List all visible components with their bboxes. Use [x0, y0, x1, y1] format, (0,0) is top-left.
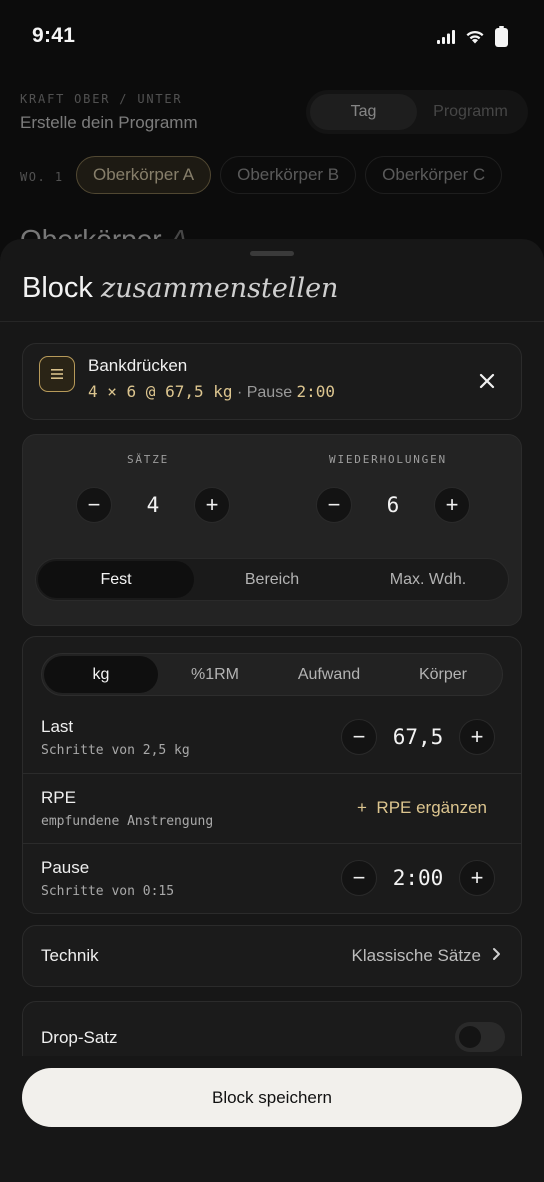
exercise-summary-sets: 4 × 6 @ 67,5 kg: [88, 382, 233, 401]
sets-value: 4: [146, 493, 160, 517]
rest-subtitle: Schritte von 0:15: [41, 884, 175, 899]
sheet-title: Block zusammenstellen: [22, 272, 338, 305]
reps-stepper: − 6 +: [316, 487, 470, 523]
technique-label: Technik: [41, 946, 99, 965]
exercise-card[interactable]: Bankdrücken 4 × 6 @ 67,5 kg · Pause 2:00: [22, 343, 522, 420]
battery-icon: [495, 26, 508, 47]
sets-decrement-button[interactable]: −: [76, 487, 112, 523]
load-mode-koerper[interactable]: Körper: [386, 656, 500, 693]
rest-stepper: − 2:00 +: [341, 860, 495, 896]
technique-value: Klassische Sätze: [351, 946, 481, 965]
program-title: Erstelle dein Programm: [20, 113, 198, 132]
exercise-name: Bankdrücken: [88, 356, 188, 375]
wifi-icon: [466, 30, 484, 44]
rest-decrement-button[interactable]: −: [341, 860, 377, 896]
load-mode-segmented-control: kg %1RM Aufwand Körper: [41, 653, 503, 696]
rpe-subtitle: empfundene Anstrengung: [41, 814, 214, 829]
toggle-knob: [459, 1026, 481, 1048]
view-segmented-control: Tag Programm: [306, 90, 528, 134]
block-sheet: Block zusammenstellen Bankdrücken 4 × 6 …: [0, 239, 544, 1182]
load-decrement-button[interactable]: −: [341, 719, 377, 755]
exercise-summary-sep: · Pause: [232, 384, 297, 401]
day-chip-c[interactable]: Oberkörper C: [365, 156, 503, 194]
sheet-title-italic: zusammenstellen: [100, 273, 339, 304]
add-rpe-button[interactable]: + RPE ergänzen: [357, 798, 487, 818]
load-row: Last Schritte von 2,5 kg − 67,5 +: [23, 703, 521, 773]
reps-decrement-button[interactable]: −: [316, 487, 352, 523]
reps-increment-button[interactable]: +: [434, 487, 470, 523]
load-mode-aufwand[interactable]: Aufwand: [272, 656, 386, 693]
drop-set-label: Drop-Satz: [41, 1028, 118, 1047]
load-increment-button[interactable]: +: [459, 719, 495, 755]
load-value: 67,5: [392, 725, 444, 749]
load-card: kg %1RM Aufwand Körper Last Schritte von…: [22, 636, 522, 914]
rpe-title: RPE: [41, 788, 76, 807]
load-mode-1rm[interactable]: %1RM: [158, 656, 272, 693]
status-bar: 9:41: [0, 0, 544, 74]
cellular-signal-icon: [437, 29, 455, 44]
reps-label: WIEDERHOLUNGEN: [329, 453, 447, 466]
day-chips: Oberkörper A Oberkörper B Oberkörper C: [76, 156, 503, 194]
background-screen: KRAFT OBER / UNTER Erstelle dein Program…: [0, 74, 544, 255]
exercise-summary-rest: 2:00: [296, 382, 336, 401]
rep-mode-fest[interactable]: Fest: [38, 561, 194, 598]
status-time: 9:41: [32, 24, 76, 47]
sets-stepper: − 4 +: [76, 487, 230, 523]
load-stepper: − 67,5 +: [341, 719, 495, 755]
sheet-grabber[interactable]: [250, 251, 294, 256]
rest-value: 2:00: [392, 866, 444, 890]
reps-value: 6: [386, 493, 400, 517]
load-subtitle: Schritte von 2,5 kg: [41, 743, 190, 758]
week-label: WO. 1: [20, 170, 64, 184]
load-mode-kg[interactable]: kg: [44, 656, 158, 693]
rep-mode-max[interactable]: Max. Wdh.: [350, 561, 506, 598]
save-block-button[interactable]: Block speichern: [22, 1068, 522, 1127]
sets-column: SÄTZE − 4 +: [23, 435, 273, 545]
sheet-footer: Block speichern: [0, 1056, 544, 1182]
rep-mode-bereich[interactable]: Bereich: [194, 561, 350, 598]
status-icons: [437, 26, 508, 47]
drop-set-toggle[interactable]: [455, 1022, 505, 1052]
exercise-summary: 4 × 6 @ 67,5 kg · Pause 2:00: [88, 382, 335, 402]
technique-row[interactable]: Technik Klassische Sätze: [22, 925, 522, 987]
rep-mode-segmented-control: Fest Bereich Max. Wdh.: [35, 558, 509, 601]
rest-increment-button[interactable]: +: [459, 860, 495, 896]
load-title: Last: [41, 717, 74, 736]
reps-column: WIEDERHOLUNGEN − 6 +: [263, 435, 513, 545]
chevron-right-icon: [493, 948, 500, 960]
segment-tag[interactable]: Tag: [310, 94, 417, 130]
program-eyebrow: KRAFT OBER / UNTER: [20, 92, 183, 106]
sets-increment-button[interactable]: +: [194, 487, 230, 523]
day-chip-a[interactable]: Oberkörper A: [76, 156, 212, 194]
rest-row: Pause Schritte von 0:15 − 2:00 +: [23, 843, 521, 913]
day-chip-b[interactable]: Oberkörper B: [220, 156, 357, 194]
rpe-row: RPE empfundene Anstrengung + RPE ergänze…: [23, 773, 521, 843]
sets-reps-card: SÄTZE − 4 + WIEDERHOLUNGEN − 6 + Fest Be…: [22, 434, 522, 626]
sheet-divider: [0, 321, 544, 322]
sets-label: SÄTZE: [126, 453, 170, 466]
segment-programm[interactable]: Programm: [417, 94, 524, 130]
close-icon[interactable]: [477, 371, 497, 391]
sheet-title-plain: Block: [22, 272, 93, 304]
rest-title: Pause: [41, 858, 90, 877]
list-icon: [39, 356, 75, 392]
